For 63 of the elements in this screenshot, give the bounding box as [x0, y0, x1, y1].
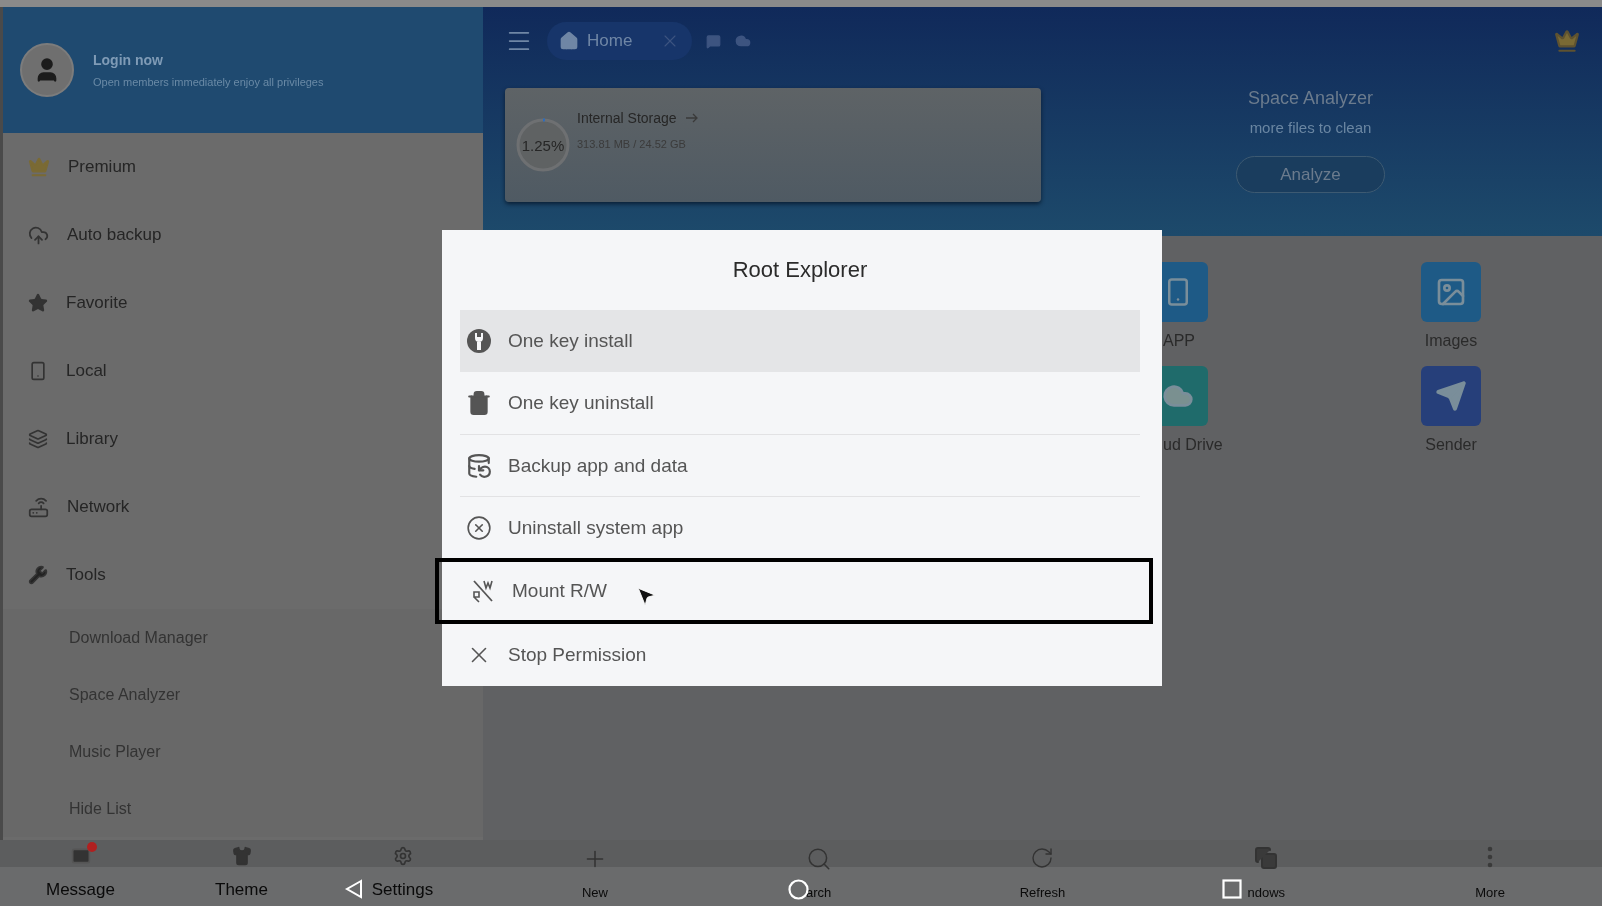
category-label: Sender	[1425, 436, 1477, 454]
crown-icon	[28, 156, 50, 178]
drawer-item-label: Tools	[66, 565, 106, 585]
star-icon	[28, 293, 48, 313]
dialog-option[interactable]: Mount R/W	[435, 558, 1153, 624]
category-label: ud Drive	[1163, 436, 1223, 454]
layers-icon	[28, 429, 48, 449]
router-icon	[28, 496, 49, 518]
drawer-item-label: Network	[67, 497, 130, 517]
storage-title: Internal Storage	[577, 110, 677, 126]
database-icon	[466, 452, 492, 479]
category-label: APP	[1163, 332, 1195, 350]
toolbar-button[interactable]: arch	[706, 840, 931, 906]
category-tile[interactable]	[1421, 262, 1481, 322]
back-icon[interactable]	[344, 879, 364, 899]
login-link[interactable]: Login now	[93, 52, 324, 68]
paper-plane-icon	[1435, 380, 1467, 412]
cursor-icon	[635, 585, 658, 608]
mount-icon	[470, 578, 496, 605]
category-label: Images	[1424, 332, 1478, 350]
dialog-option[interactable]: One key install	[460, 310, 1140, 373]
dialog-option[interactable]: Uninstall system app	[460, 496, 1140, 559]
category-tile[interactable]	[1421, 366, 1481, 426]
home-tab[interactable]: Home	[547, 22, 693, 60]
analyzer-subtitle: more files to clean	[1249, 119, 1372, 136]
drawer-tab[interactable]: Settings	[322, 840, 483, 906]
home-tab-label: Home	[587, 31, 633, 51]
drawer-item-label: Library	[66, 429, 118, 449]
crown-icon[interactable]	[1554, 28, 1580, 54]
more-icon	[1487, 846, 1494, 868]
storage-percent: 1.25%	[521, 136, 565, 154]
drawer-tab[interactable]: Theme	[161, 840, 322, 906]
cloud-icon	[28, 224, 49, 246]
analyze-button[interactable]: Analyze	[1236, 156, 1385, 193]
drawer-item-label: Favorite	[66, 293, 128, 313]
toolbar-button[interactable]: Refresh	[930, 840, 1155, 906]
drawer-item-label: Auto backup	[67, 225, 162, 245]
dialog-title: Root Explorer	[731, 256, 869, 285]
dialog-option[interactable]: Backup app and data	[460, 434, 1140, 497]
close-circle-icon	[466, 514, 492, 541]
drawer-item[interactable]: Premium	[3, 133, 483, 201]
drawer-item[interactable]: Auto backup	[3, 201, 483, 269]
windows-icon	[1254, 846, 1279, 870]
wrench-icon	[466, 328, 492, 355]
refresh-icon	[1030, 846, 1055, 870]
drawer-item-label: Local	[66, 361, 107, 381]
toolbar-button[interactable]: More	[1378, 840, 1602, 906]
drawer-tab[interactable]: Message	[0, 840, 161, 906]
wrench-icon	[28, 565, 48, 585]
drawer-item-label: Premium	[68, 157, 136, 177]
settings-icon	[392, 846, 413, 866]
toolbar-button[interactable]: ndows	[1154, 840, 1379, 906]
shirt-icon	[231, 846, 252, 866]
recents-icon[interactable]	[1222, 879, 1242, 899]
avatar[interactable]	[20, 43, 74, 97]
trash-icon	[466, 390, 492, 417]
dialog-option[interactable]: Stop Permission	[460, 624, 1140, 686]
home-icon	[559, 31, 579, 51]
login-subtitle: Open members immediately enjoy all privileges	[93, 76, 324, 88]
image-icon	[1435, 276, 1467, 308]
analyzer-title: Space Analyzer	[1247, 88, 1374, 109]
toolbar-button[interactable]: New	[483, 840, 707, 906]
phone-icon	[28, 361, 48, 381]
